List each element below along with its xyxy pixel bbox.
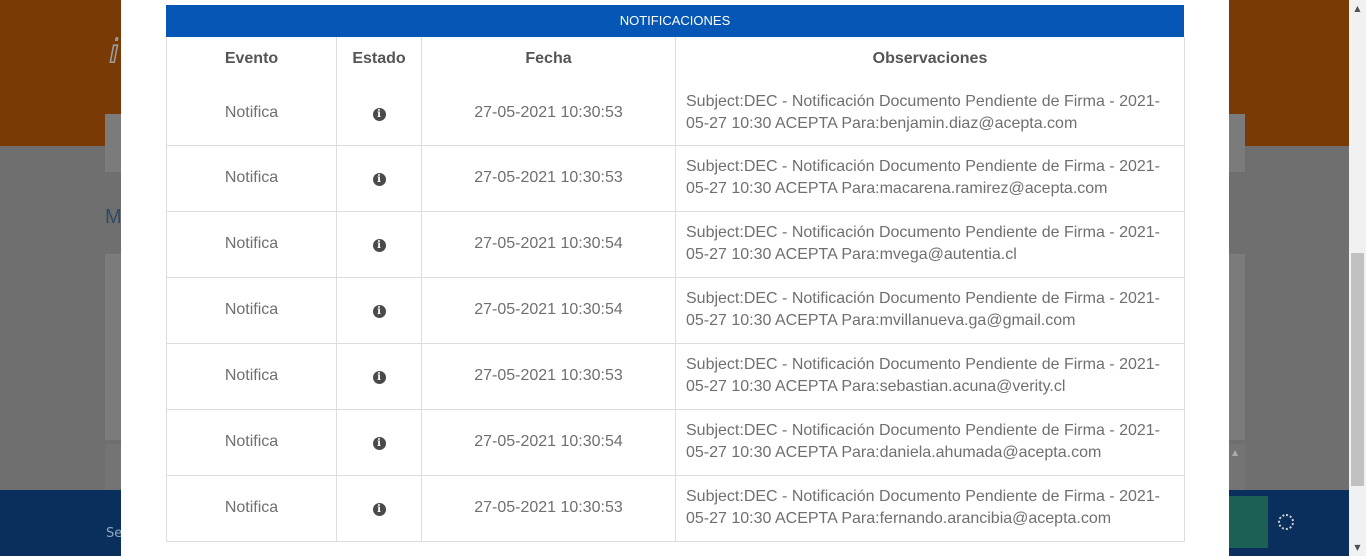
column-header-fecha: Fecha: [421, 37, 676, 81]
table-row: Notifica i 27-05-2021 10:30:53 Subject:D…: [166, 342, 1185, 410]
cell-estado: i: [336, 342, 422, 410]
info-icon[interactable]: i: [372, 437, 386, 450]
background-button: [1229, 496, 1268, 548]
cell-evento: Notifica: [166, 342, 337, 410]
modal-title: NOTIFICACIONES: [166, 5, 1184, 37]
scroll-up-arrow-icon[interactable]: ▲: [1349, 0, 1366, 17]
cell-fecha: 27-05-2021 10:30:53: [421, 474, 676, 542]
cell-evento: Notifica: [166, 81, 337, 146]
column-header-observaciones: Observaciones: [675, 37, 1185, 81]
info-icon[interactable]: i: [372, 239, 386, 252]
table-row: Notifica i 27-05-2021 10:30:53 Subject:D…: [166, 81, 1185, 146]
cell-evento: Notifica: [166, 210, 337, 278]
scroll-down-arrow-icon[interactable]: ▼: [1349, 539, 1366, 556]
cell-evento: Notifica: [166, 276, 337, 344]
page-scrollbar[interactable]: ▲ ▼: [1349, 0, 1366, 556]
cell-fecha: 27-05-2021 10:30:54: [421, 276, 676, 344]
footer-text: Se: [106, 526, 123, 541]
cell-estado: i: [336, 474, 422, 542]
cell-estado: i: [336, 210, 422, 278]
cell-evento: Notifica: [166, 408, 337, 476]
cell-observaciones: Subject:DEC - Notificación Documento Pen…: [675, 144, 1185, 212]
cell-evento: Notifica: [166, 144, 337, 212]
cell-observaciones: Subject:DEC - Notificación Documento Pen…: [675, 276, 1185, 344]
table-row: Notifica i 27-05-2021 10:30:54 Subject:D…: [166, 408, 1185, 476]
cell-estado: i: [336, 276, 422, 344]
loading-spinner-icon: [1278, 514, 1294, 530]
notifications-modal: NOTIFICACIONES Evento Estado Fecha Obser…: [121, 0, 1229, 556]
cell-estado: i: [336, 144, 422, 212]
background-heading: M: [105, 206, 122, 228]
column-header-evento: Evento: [166, 37, 337, 81]
cell-estado: i: [336, 81, 422, 146]
table-row: Notifica i 27-05-2021 10:30:54 Subject:D…: [166, 276, 1185, 344]
table-row: Notifica i 27-05-2021 10:30:53 Subject:D…: [166, 474, 1185, 542]
cell-observaciones: Subject:DEC - Notificación Documento Pen…: [675, 210, 1185, 278]
notifications-table: Evento Estado Fecha Observaciones Notifi…: [166, 37, 1185, 542]
cell-fecha: 27-05-2021 10:30:53: [421, 342, 676, 410]
cell-observaciones: Subject:DEC - Notificación Documento Pen…: [675, 81, 1185, 146]
caret-up-icon: ▲: [1232, 448, 1239, 457]
table-row: Notifica i 27-05-2021 10:30:53 Subject:D…: [166, 144, 1185, 212]
scrollbar-thumb[interactable]: [1351, 253, 1364, 486]
table-row: Notifica i 27-05-2021 10:30:54 Subject:D…: [166, 210, 1185, 278]
cell-observaciones: Subject:DEC - Notificación Documento Pen…: [675, 342, 1185, 410]
cell-fecha: 27-05-2021 10:30:54: [421, 408, 676, 476]
cell-observaciones: Subject:DEC - Notificación Documento Pen…: [675, 408, 1185, 476]
cell-observaciones: Subject:DEC - Notificación Documento Pen…: [675, 474, 1185, 542]
cell-fecha: 27-05-2021 10:30:53: [421, 81, 676, 146]
info-icon[interactable]: i: [372, 305, 386, 318]
info-icon[interactable]: i: [372, 173, 386, 186]
info-icon[interactable]: i: [372, 371, 386, 384]
info-icon[interactable]: i: [372, 107, 386, 121]
cell-evento: Notifica: [166, 474, 337, 542]
info-icon[interactable]: i: [372, 503, 386, 516]
table-header-row: Evento Estado Fecha Observaciones: [166, 37, 1185, 81]
cell-fecha: 27-05-2021 10:30:53: [421, 144, 676, 212]
cell-estado: i: [336, 408, 422, 476]
cell-fecha: 27-05-2021 10:30:54: [421, 210, 676, 278]
column-header-estado: Estado: [336, 37, 422, 81]
